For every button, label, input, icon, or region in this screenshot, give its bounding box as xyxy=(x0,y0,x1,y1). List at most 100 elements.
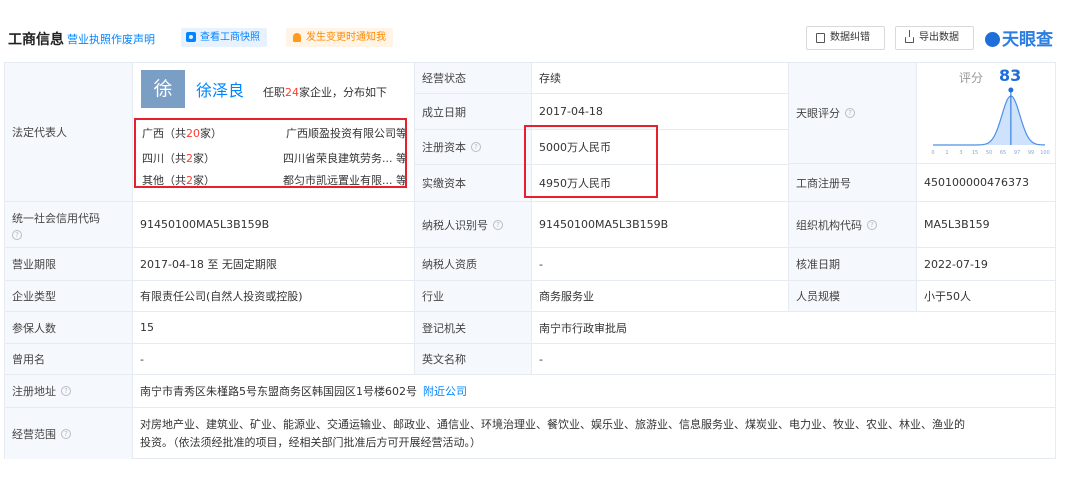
score-tick-label: 1 xyxy=(945,150,948,156)
license-void-link[interactable]: 营业执照作废声明 xyxy=(67,31,155,47)
notify-button-label: 发生变更时通知我 xyxy=(306,32,386,43)
taxpayer-id-label: 纳税人识别号 xyxy=(415,202,532,248)
reg-capital-label: 注册资本 xyxy=(415,130,532,165)
region-suffix: 家） xyxy=(200,127,222,140)
region-suffix: 家） xyxy=(193,152,215,165)
paid-capital-value: 4950万人民币 xyxy=(532,165,789,202)
approval-date-value: 2022-07-19 xyxy=(917,248,1056,281)
taxpayer-quality-label: 纳税人资质 xyxy=(415,248,532,281)
org-code-value: MA5L3B159 xyxy=(917,202,1056,248)
legal-rep-summary: 任职24家企业，分布如下 xyxy=(263,84,387,100)
region-count: 20 xyxy=(186,127,200,140)
english-name-label: 英文名称 xyxy=(415,344,532,375)
score-marker-dot xyxy=(1008,87,1014,93)
page-title: 工商信息 xyxy=(8,32,64,48)
score-tick-label: 97 xyxy=(1014,150,1020,156)
score-tick-label: 0 xyxy=(931,150,934,156)
insured-value: 15 xyxy=(133,312,415,344)
tianyan-score-label: 天眼评分 xyxy=(789,63,917,164)
score-tick-label: 100 xyxy=(1040,150,1050,156)
logo-text: 天眼查 xyxy=(1002,30,1053,50)
reg-no-label: 工商注册号 xyxy=(789,164,917,202)
scope-line: 对房地产业、建筑业、矿业、能源业、交通运输业、邮政业、通信业、环境治理业、餐饮业… xyxy=(140,417,965,431)
company-type-value: 有限责任公司(自然人投资或控股) xyxy=(133,281,415,312)
credit-code-label-text: 统一社会信用代码 xyxy=(12,211,100,225)
company-type-label: 企业类型 xyxy=(5,281,133,312)
score-tick-label: 3 xyxy=(959,150,962,156)
org-code-label: 组织机构代码 xyxy=(789,202,917,248)
reg-capital-label-text: 注册资本 xyxy=(422,141,466,154)
region-count: 2 xyxy=(186,152,193,165)
approval-date-label: 核准日期 xyxy=(789,248,917,281)
established-label: 成立日期 xyxy=(415,94,532,130)
former-name-label: 曾用名 xyxy=(5,344,133,375)
legal-rep-name[interactable]: 徐泽良 xyxy=(196,77,244,101)
status-label: 经营状态 xyxy=(415,63,532,94)
legal-rep-label: 法定代表人 xyxy=(5,63,133,202)
score-distribution-graph: 0 1 3 15 50 65 97 99 100 xyxy=(931,87,1050,156)
credit-code-label: 统一社会信用代码 xyxy=(5,202,133,248)
authority-value: 南宁市行政审批局 xyxy=(532,312,1056,344)
scope-label-text: 经营范围 xyxy=(12,427,56,441)
document-icon xyxy=(816,33,825,43)
help-icon[interactable] xyxy=(845,108,855,118)
tianyancha-logo[interactable]: 天眼查 xyxy=(985,25,1053,50)
scope-label: 经营范围 xyxy=(5,408,133,459)
score-tick-label: 99 xyxy=(1028,150,1034,156)
taxpayer-quality-value: - xyxy=(532,248,789,281)
summary-suffix: 家企业，分布如下 xyxy=(299,86,387,99)
camera-icon xyxy=(186,32,196,42)
help-icon[interactable] xyxy=(61,386,71,396)
region-suffix: 家） xyxy=(193,174,215,187)
region-count: 2 xyxy=(186,174,193,187)
nearby-companies-link[interactable]: 附近公司 xyxy=(423,383,467,399)
taxpayer-id-label-text: 纳税人识别号 xyxy=(422,218,488,232)
help-icon[interactable] xyxy=(12,229,22,240)
snapshot-button-label: 查看工商快照 xyxy=(200,32,260,43)
data-correction-label: 数据纠错 xyxy=(830,32,870,43)
notify-button[interactable]: 发生变更时通知我 xyxy=(286,28,393,47)
snapshot-button[interactable]: 查看工商快照 xyxy=(181,28,267,47)
logo-icon xyxy=(985,32,1000,47)
region-company: 都匀市凯远置业有限... 等 xyxy=(283,174,407,187)
help-icon[interactable] xyxy=(61,428,71,439)
region-row[interactable]: 其他（共2家） 都匀市凯远置业有限... 等 xyxy=(142,172,407,188)
help-icon[interactable] xyxy=(471,142,481,152)
region-company: 广西顺盈投资有限公司等 xyxy=(286,127,407,140)
export-icon xyxy=(905,30,914,43)
scope-line: 投资。（依法须经批准的项目，经相关部门批准后方可开展经营活动。） xyxy=(140,435,481,449)
term-value: 2017-04-18 至 无固定期限 xyxy=(133,248,415,281)
region-company: 四川省荣良建筑劳务... 等 xyxy=(283,152,407,165)
region-row[interactable]: 广西（共20家） 广西顺盈投资有限公司等 xyxy=(142,125,407,141)
reg-capital-value: 5000万人民币 xyxy=(532,130,789,165)
data-correction-button[interactable]: 数据纠错 xyxy=(806,26,885,50)
staff-size-label: 人员规模 xyxy=(789,281,917,312)
address-value: 南宁市青秀区朱槿路5号东盟商务区韩国园区1号楼602号 附近公司 xyxy=(133,375,1056,408)
established-value: 2017-04-18 xyxy=(532,94,789,130)
score-chart[interactable]: 评分 83 0 1 3 15 50 65 97 99 100 xyxy=(917,63,1056,164)
authority-label: 登记机关 xyxy=(415,312,532,344)
score-tick-label: 50 xyxy=(986,150,992,156)
export-data-button[interactable]: 导出数据 xyxy=(895,26,974,50)
scope-value: 对房地产业、建筑业、矿业、能源业、交通运输业、邮政业、通信业、环境治理业、餐饮业… xyxy=(133,408,1056,459)
summary-count: 24 xyxy=(285,86,299,99)
paid-capital-label: 实缴资本 xyxy=(415,165,532,202)
region-row[interactable]: 四川（共2家） 四川省荣良建筑劳务... 等 xyxy=(142,150,407,166)
help-icon[interactable] xyxy=(493,219,503,230)
reg-no-value: 450100000476373 xyxy=(917,164,1056,202)
address-label-text: 注册地址 xyxy=(12,385,56,398)
bell-icon xyxy=(293,33,301,42)
score-tick-label: 15 xyxy=(972,150,978,156)
business-info-table: 法定代表人 徐 徐泽良 任职24家企业，分布如下 广西（共20家） 广西顺盈投资有… xyxy=(4,62,1056,459)
region-name: 其他（共 xyxy=(142,174,186,187)
top-bar: 工商信息 营业执照作废声明 查看工商快照 发生变更时通知我 数据纠错 导出数据 … xyxy=(0,0,1080,56)
taxpayer-id-value: 91450100MA5L3B159B xyxy=(532,202,789,248)
help-icon[interactable] xyxy=(867,219,877,230)
insured-label: 参保人数 xyxy=(5,312,133,344)
avatar[interactable]: 徐 xyxy=(141,70,185,108)
score-tick-label: 65 xyxy=(1000,150,1006,156)
address-label: 注册地址 xyxy=(5,375,133,408)
credit-code-value: 91450100MA5L3B159B xyxy=(133,202,415,248)
region-name: 四川（共 xyxy=(142,152,186,165)
address-text: 南宁市青秀区朱槿路5号东盟商务区韩国园区1号楼602号 xyxy=(140,385,417,398)
